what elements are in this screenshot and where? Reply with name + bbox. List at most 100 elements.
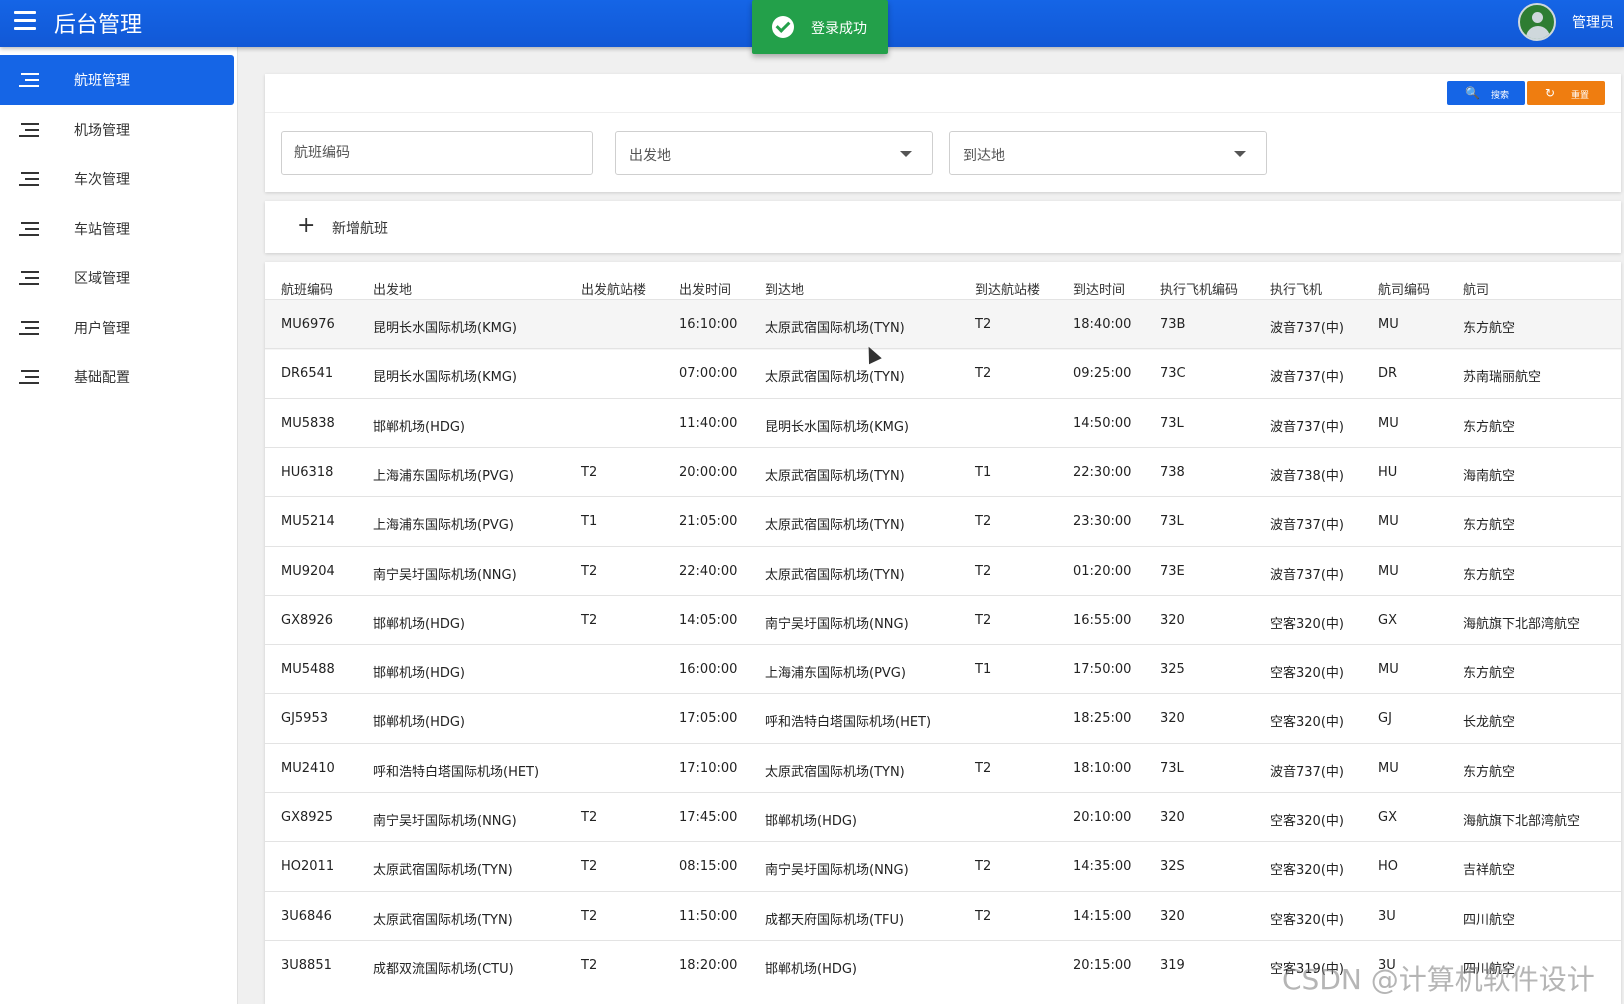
column-header[interactable]: 出发地 [373, 279, 412, 298]
table-row[interactable]: GX8926 邯郸机场(HDG) T2 14:05:00 南宁吴圩国际机场(NNG) T2… [265, 594, 1621, 646]
table-cell: 320 [1160, 612, 1185, 628]
flight-code-input[interactable] [282, 132, 592, 174]
column-header[interactable]: 出发时间 [679, 279, 731, 298]
table-row[interactable]: GJ5953 邯郸机场(HDG) 17:05:00 呼和浩特白塔国际机场(HET) 18… [265, 693, 1621, 744]
sidebar-item-label: 车次管理 [74, 172, 130, 188]
column-header[interactable]: 执行飞机编码 [1160, 279, 1238, 298]
table-row[interactable]: MU2410 呼和浩特白塔国际机场(HET) 17:10:00 太原武宿国际机场(TY… [265, 742, 1621, 794]
table-cell: 空客320(中) [1270, 715, 1344, 731]
table-cell: 17:45:00 [679, 810, 738, 825]
table-cell: 16:00:00 [679, 662, 738, 678]
sidebar-item-label: 车站管理 [74, 221, 130, 238]
menu-icon[interactable] [14, 11, 36, 31]
table-cell: HU6318 [281, 464, 334, 480]
table-cell: 东方航空 [1463, 321, 1516, 336]
table-cell: 22:30:00 [1073, 464, 1132, 480]
list-icon [19, 172, 39, 188]
table-row[interactable]: DR6541 昆明长水国际机场(KMG) 07:00:00 太原武宿国际机场(TYN)… [265, 348, 1621, 399]
table-row[interactable]: MU5838 邯郸机场(HDG) 11:40:00 昆明长水国际机场(KMG) 14:5… [265, 397, 1621, 449]
table-row[interactable]: MU9204 南宁吴圩国际机场(NNG) T2 22:40:00 太原武宿国际机场(TY… [265, 545, 1621, 597]
table-cell: 319 [1160, 957, 1185, 973]
column-header[interactable]: 执行飞机 [1270, 279, 1322, 298]
table-cell: 太原武宿国际机场(TYN) [765, 370, 905, 386]
table-cell: 07:00:00 [679, 366, 738, 382]
table-row[interactable]: MU6976 昆明长水国际机场(KMG) 16:10:00 太原武宿国际机场(TYN)… [265, 299, 1621, 350]
table-cell: 昆明长水国际机场(KMG) [765, 419, 909, 435]
column-header[interactable]: 航司 [1463, 279, 1489, 298]
table-cell: T2 [581, 563, 598, 579]
table-cell: MU6976 [281, 317, 335, 332]
column-header[interactable]: 航班编码 [281, 279, 333, 298]
table-cell: MU2410 [281, 760, 335, 776]
table-cell: 73L [1160, 514, 1184, 530]
table-cell: 320 [1160, 711, 1185, 727]
table-cell: 昆明长水国际机场(KMG) [373, 321, 517, 336]
table-cell: 昆明长水国际机场(KMG) [373, 370, 517, 386]
sidebar-item-users[interactable]: 用户管理 [0, 303, 234, 353]
table-cell: 73L [1160, 415, 1184, 431]
table-cell: T2 [581, 908, 598, 924]
table-cell: 太原武宿国际机场(TYN) [765, 764, 905, 780]
table-cell: T2 [581, 957, 598, 973]
table-row[interactable]: HU6318 上海浦东国际机场(PVG) T2 20:00:00 太原武宿国际机场(TY… [265, 446, 1621, 498]
table-cell: 波音737(中) [1270, 764, 1344, 780]
table-cell: 波音737(中) [1270, 419, 1344, 435]
table-cell: 东方航空 [1463, 666, 1516, 682]
list-icon [19, 320, 39, 337]
table-row[interactable]: GX8925 南宁吴圩国际机场(NNG) T2 17:45:00 邯郸机场(HDG) 20… [265, 792, 1621, 843]
username[interactable]: 管理员 [1572, 12, 1614, 32]
departure-select[interactable]: 出发地 [615, 131, 933, 175]
table-cell: 吉祥航空 [1463, 863, 1516, 879]
table-row[interactable]: HO2011 太原武宿国际机场(TYN) T2 08:15:00 南宁吴圩国际机场(NN… [265, 841, 1621, 892]
sidebar-item-airports[interactable]: 机场管理 [0, 105, 234, 155]
table-cell: 南宁吴圩国际机场(NNG) [765, 616, 909, 632]
table-cell: MU5214 [281, 514, 335, 530]
sidebar-item-flights[interactable]: 航班管理 [0, 55, 234, 105]
column-header[interactable]: 航司编码 [1378, 279, 1430, 298]
table-cell: 17:10:00 [679, 760, 738, 776]
table-cell: DR [1378, 366, 1398, 382]
table-cell: 3U8851 [281, 957, 332, 973]
table-cell: 738 [1160, 464, 1185, 480]
arrival-select[interactable]: 到达地 [949, 131, 1267, 175]
table-cell: 邯郸机场(HDG) [765, 961, 858, 977]
sidebar-item-stations[interactable]: 车站管理 [0, 204, 234, 254]
sidebar-item-label: 区域管理 [74, 271, 130, 287]
column-header[interactable]: 到达航站楼 [975, 279, 1040, 298]
flight-code-field[interactable] [281, 131, 593, 175]
table-row[interactable]: MU5488 邯郸机场(HDG) 16:00:00 上海浦东国际机场(PVG) T1 17… [265, 644, 1621, 695]
table-cell: 呼和浩特白塔国际机场(HET) [765, 715, 932, 731]
sidebar-item-label: 航班管理 [74, 73, 130, 89]
table-cell: 太原武宿国际机场(TYN) [373, 863, 513, 879]
sidebar-item-label: 基础配置 [74, 370, 130, 386]
column-header[interactable]: 到达地 [765, 279, 804, 298]
table-cell: 73C [1160, 366, 1186, 382]
column-header[interactable]: 到达时间 [1073, 279, 1125, 298]
table-cell: 空客320(中) [1270, 863, 1344, 879]
table-cell: T1 [975, 464, 992, 480]
list-icon [19, 370, 39, 386]
sidebar-item-regions[interactable]: 区域管理 [0, 253, 234, 303]
table-row[interactable]: MU5214 上海浦东国际机场(PVG) T1 21:05:00 太原武宿国际机场(TY… [265, 496, 1621, 547]
plus-icon: + [297, 213, 316, 238]
table-cell: MU [1378, 415, 1399, 431]
table-cell: 21:05:00 [679, 514, 738, 530]
search-button[interactable]: 🔍 搜索 [1447, 81, 1525, 105]
sidebar-item-config[interactable]: 基础配置 [0, 352, 234, 402]
table-cell: T2 [975, 859, 992, 875]
table-cell: 320 [1160, 810, 1185, 825]
table-cell: 太原武宿国际机场(TYN) [765, 468, 905, 484]
table-cell: GJ5953 [281, 711, 328, 727]
success-toast: 登录成功 [752, 0, 888, 54]
table-cell: GX [1378, 612, 1397, 628]
table-cell: T1 [975, 662, 992, 678]
table-cell: T2 [581, 810, 598, 825]
avatar[interactable] [1518, 3, 1556, 41]
reset-button[interactable]: ↻ 重置 [1527, 81, 1605, 105]
column-header[interactable]: 出发航站楼 [581, 279, 646, 298]
table-row[interactable]: 3U6846 太原武宿国际机场(TYN) T2 11:50:00 成都天府国际机场(TF… [265, 890, 1621, 942]
add-flight-button[interactable]: + 新增航班 [265, 201, 1621, 253]
table-cell: 长龙航空 [1463, 715, 1516, 731]
table-cell: 11:50:00 [679, 908, 738, 924]
sidebar-item-trains[interactable]: 车次管理 [0, 154, 234, 204]
